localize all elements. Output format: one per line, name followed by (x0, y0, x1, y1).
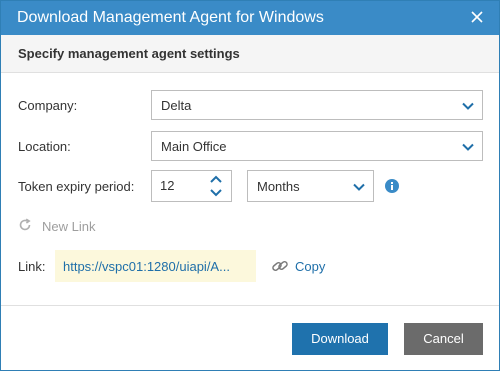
close-icon[interactable] (469, 9, 485, 25)
token-expiry-stepper (151, 170, 232, 202)
token-expiry-label: Token expiry period: (18, 179, 135, 194)
cancel-button[interactable]: Cancel (404, 323, 483, 355)
dialog-subheader: Specify management agent settings (1, 35, 499, 73)
location-value: Main Office (161, 139, 227, 154)
dialog-subtitle: Specify management agent settings (18, 46, 240, 61)
spin-down-icon[interactable] (209, 186, 223, 198)
company-select[interactable]: Delta (151, 90, 483, 120)
link-label: Link: (18, 259, 46, 274)
token-unit-select[interactable]: Months (247, 170, 374, 202)
refresh-icon (19, 218, 31, 231)
link-value[interactable]: https://vspc01:1280/uiapi/A... (63, 259, 230, 274)
token-expiry-input[interactable] (160, 178, 200, 193)
company-value: Delta (161, 98, 192, 113)
spin-up-icon[interactable] (209, 174, 223, 186)
chevron-down-icon (462, 143, 474, 151)
chevron-down-icon (462, 102, 474, 110)
dialog-titlebar: Download Management Agent for Windows (1, 1, 499, 35)
company-label: Company: (18, 98, 78, 113)
location-label: Location: (18, 139, 71, 154)
new-link-label: New Link (42, 219, 96, 234)
token-unit-value: Months (257, 179, 300, 194)
download-agent-dialog: Download Management Agent for Windows Sp… (0, 0, 500, 371)
footer-divider (1, 305, 499, 306)
link-field: https://vspc01:1280/uiapi/A... (55, 250, 256, 282)
info-icon[interactable] (385, 179, 399, 193)
copy-label: Copy (295, 259, 326, 274)
link-icon (272, 260, 288, 272)
download-button[interactable]: Download (292, 323, 388, 355)
dialog-title: Download Management Agent for Windows (17, 9, 324, 26)
chevron-down-icon (353, 183, 365, 191)
location-select[interactable]: Main Office (151, 131, 483, 161)
